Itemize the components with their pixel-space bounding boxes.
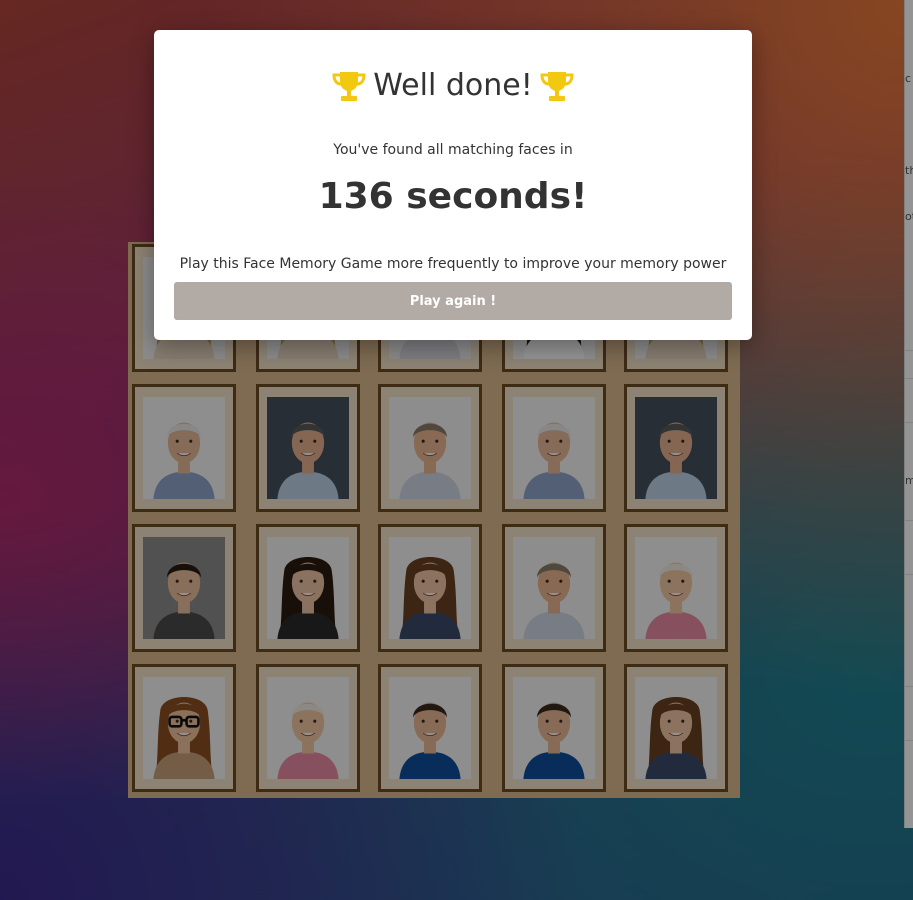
elapsed-time: 136 seconds!: [318, 176, 588, 217]
play-tip: Play this Face Memory Game more frequent…: [179, 256, 727, 272]
game-viewport: c th ot m: [0, 0, 913, 900]
win-title: Well done!: [373, 68, 533, 103]
win-dialog: Well done! You've found all matching fac…: [154, 30, 752, 340]
trophy-icon: [331, 69, 367, 103]
trophy-icon: [539, 69, 575, 103]
play-again-button[interactable]: Play again !: [174, 282, 732, 320]
win-subtitle: You've found all matching faces in: [333, 142, 573, 158]
win-title-row: Well done!: [154, 68, 752, 104]
